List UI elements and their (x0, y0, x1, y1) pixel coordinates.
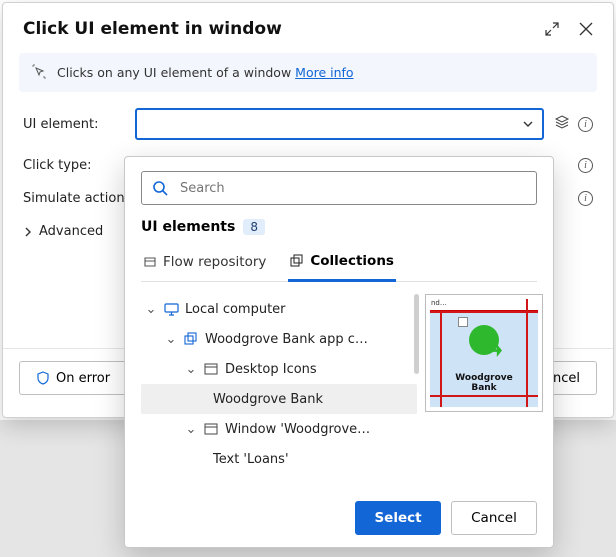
count-badge: 8 (243, 219, 265, 235)
shield-icon (36, 371, 50, 385)
chevron-down-icon: ⌄ (185, 422, 197, 437)
tab-flow-repository[interactable]: Flow repository (141, 245, 268, 281)
tree-node-text-loans[interactable]: Text 'Loans' (141, 444, 417, 474)
info-icon[interactable]: i (578, 117, 593, 132)
search-icon (152, 180, 168, 196)
window-icon (203, 421, 219, 437)
info-strip: Clicks on any UI element of a window Mor… (19, 53, 597, 92)
tree-node-local-computer[interactable]: ⌄ Local computer (141, 294, 417, 324)
info-text: Clicks on any UI element of a window Mor… (57, 65, 354, 80)
chevron-down-icon: ⌄ (165, 332, 177, 347)
element-tree: ⌄ Local computer ⌄ Woodgrove Bank app c…… (141, 294, 417, 486)
expand-icon[interactable] (545, 22, 559, 36)
tree-node-app[interactable]: ⌄ Woodgrove Bank app c… (141, 324, 417, 354)
info-icon[interactable]: i (578, 191, 593, 206)
dropdown-footer: Select Cancel (125, 488, 553, 547)
element-preview: nd… WoodgroveBank (425, 294, 543, 412)
cursor-click-icon (31, 63, 47, 82)
dropdown-cancel-button[interactable]: Cancel (451, 501, 537, 535)
chevron-down-icon (522, 118, 534, 130)
click-type-label: Click type: (23, 158, 135, 173)
repository-icon (143, 255, 157, 269)
simulate-action-label: Simulate action: (23, 191, 135, 206)
dialog-header: Click UI element in window (3, 3, 613, 49)
preview-globe-icon (467, 323, 501, 357)
collection-icon (183, 331, 199, 347)
chevron-down-icon: ⌄ (145, 302, 157, 317)
tab-collections[interactable]: Collections (288, 245, 396, 282)
info-icon[interactable]: i (578, 158, 593, 173)
close-icon[interactable] (579, 22, 593, 36)
tree-scrollbar[interactable] (414, 294, 419, 374)
tree-node-woodgrove-bank[interactable]: Woodgrove Bank (141, 384, 417, 414)
chevron-down-icon: ⌄ (185, 362, 197, 377)
on-error-button[interactable]: On error (19, 361, 127, 395)
preview-top-text: nd… (430, 299, 538, 311)
tree-node-window[interactable]: ⌄ Window 'Woodgrove… (141, 414, 417, 444)
select-button[interactable]: Select (355, 501, 441, 535)
tree-node-desktop-icons[interactable]: ⌄ Desktop Icons (141, 354, 417, 384)
layers-icon[interactable] (554, 114, 570, 134)
ui-element-label: UI element: (23, 117, 135, 132)
monitor-icon (163, 301, 179, 317)
search-field[interactable] (141, 171, 537, 205)
dropdown-subtitle: UI elements 8 (141, 219, 537, 235)
ui-element-dropdown: UI elements 8 Flow repository Collection… (124, 156, 554, 548)
window-icon (203, 361, 219, 377)
dropdown-tabs: Flow repository Collections (141, 245, 537, 282)
chevron-right-icon (23, 227, 33, 237)
ui-element-select[interactable] (135, 108, 544, 140)
preview-label: WoodgroveBank (455, 374, 512, 393)
search-input[interactable] (178, 180, 526, 197)
collections-icon (290, 254, 304, 268)
dialog-title: Click UI element in window (23, 19, 282, 39)
more-info-link[interactable]: More info (295, 65, 353, 80)
